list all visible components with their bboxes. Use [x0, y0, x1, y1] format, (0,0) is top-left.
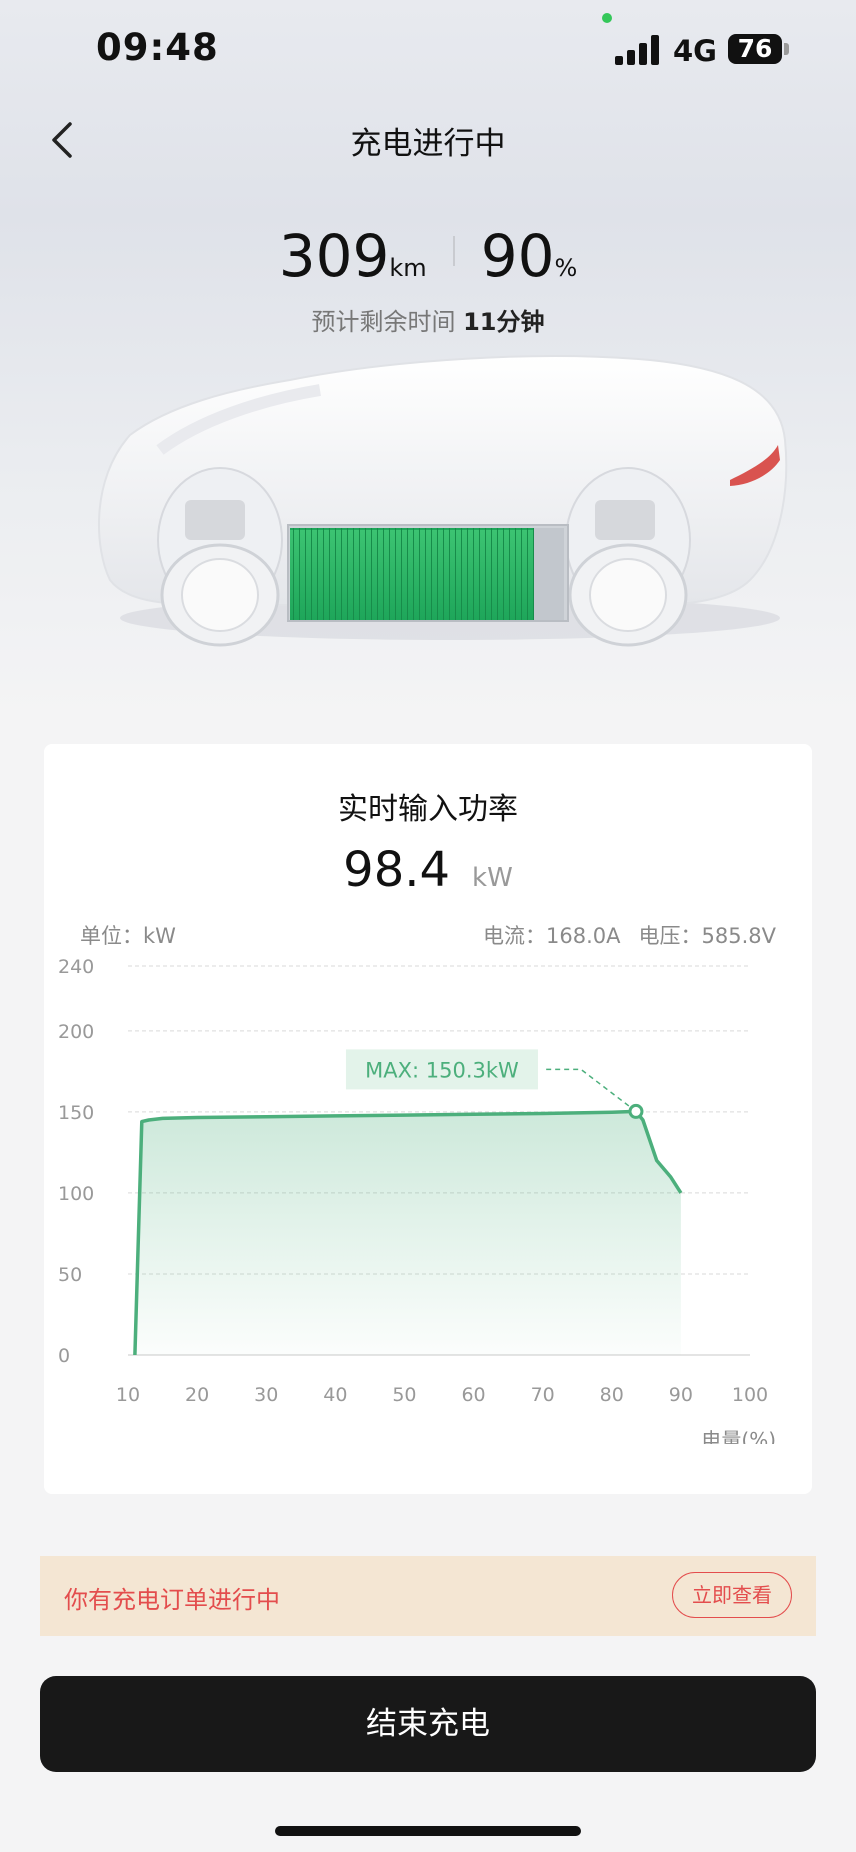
- charge-summary: 309km 90%: [0, 222, 856, 290]
- y-tick-label: 100: [58, 1183, 94, 1205]
- power-card-title: 实时输入功率: [338, 792, 518, 827]
- x-tick-label: 70: [531, 1384, 555, 1406]
- front-wheel: [157, 467, 283, 647]
- power-card: 实时输入功率 98.4 kW 单位：kW 电流：168.0A 电压：585.8V 0…: [44, 744, 812, 1494]
- max-point-marker: [628, 1103, 644, 1119]
- eta-row: 预计剩余时间 11分钟: [0, 302, 856, 337]
- max-leader-line: [543, 1068, 637, 1112]
- y-tick-label: 150: [58, 1102, 94, 1124]
- x-tick-label: 20: [185, 1384, 209, 1406]
- power-reading: 98.4 kW: [44, 842, 812, 898]
- car-battery-illustration: [98, 355, 788, 647]
- power-unit: kW: [472, 863, 513, 893]
- soc-value: 90: [480, 222, 555, 290]
- view-order-button[interactable]: 立即查看: [672, 1572, 792, 1618]
- battery-pack: [287, 524, 569, 622]
- x-tick-label: 10: [116, 1384, 140, 1406]
- power-value: 98.4: [343, 842, 451, 898]
- home-indicator: [275, 1826, 581, 1836]
- x-tick-label: 30: [254, 1384, 278, 1406]
- y-tick-label: 200: [58, 1021, 94, 1043]
- y-tick-label: 50: [58, 1264, 82, 1286]
- y-tick-label: 0: [58, 1345, 70, 1367]
- series-area: [134, 1111, 681, 1355]
- x-tick-label: 100: [732, 1384, 768, 1406]
- eta-value: 11分钟: [463, 308, 545, 336]
- end-charging-button[interactable]: 结束充电: [40, 1676, 816, 1772]
- range-value: 309: [278, 222, 390, 290]
- status-time: 09:48: [96, 26, 219, 69]
- x-tick-label: 90: [669, 1384, 693, 1406]
- x-tick-label: 80: [600, 1384, 624, 1406]
- battery-cap: [784, 43, 789, 55]
- x-axis-label: 电量(%): [701, 1428, 776, 1444]
- page-title: 充电进行中: [350, 126, 506, 162]
- x-tick-label: 60: [461, 1384, 485, 1406]
- network-type: 4G: [673, 34, 717, 68]
- max-label: MAX: 150.3kW: [365, 1058, 519, 1082]
- y-tick-label: 240: [58, 956, 94, 978]
- x-tick-label: 50: [392, 1384, 416, 1406]
- camera-indicator-icon: [602, 13, 612, 23]
- eta-label: 预计剩余时间: [311, 308, 456, 336]
- power-curve-chart: 0 50 100 150 200 240 10 20 30 40 50 60 70 80 90 100 电量(%…: [58, 956, 776, 1444]
- signal-strength-icon: [615, 33, 661, 65]
- rear-wheel: [565, 467, 691, 647]
- battery-icon: 76: [728, 34, 782, 64]
- summary-divider: [452, 236, 455, 266]
- soc-unit: %: [554, 254, 578, 282]
- order-banner-text: 你有充电订单进行中: [64, 1586, 280, 1614]
- range-unit: km: [389, 254, 427, 282]
- order-banner: 你有充电订单进行中 立即查看: [40, 1556, 816, 1636]
- x-tick-label: 40: [323, 1384, 347, 1406]
